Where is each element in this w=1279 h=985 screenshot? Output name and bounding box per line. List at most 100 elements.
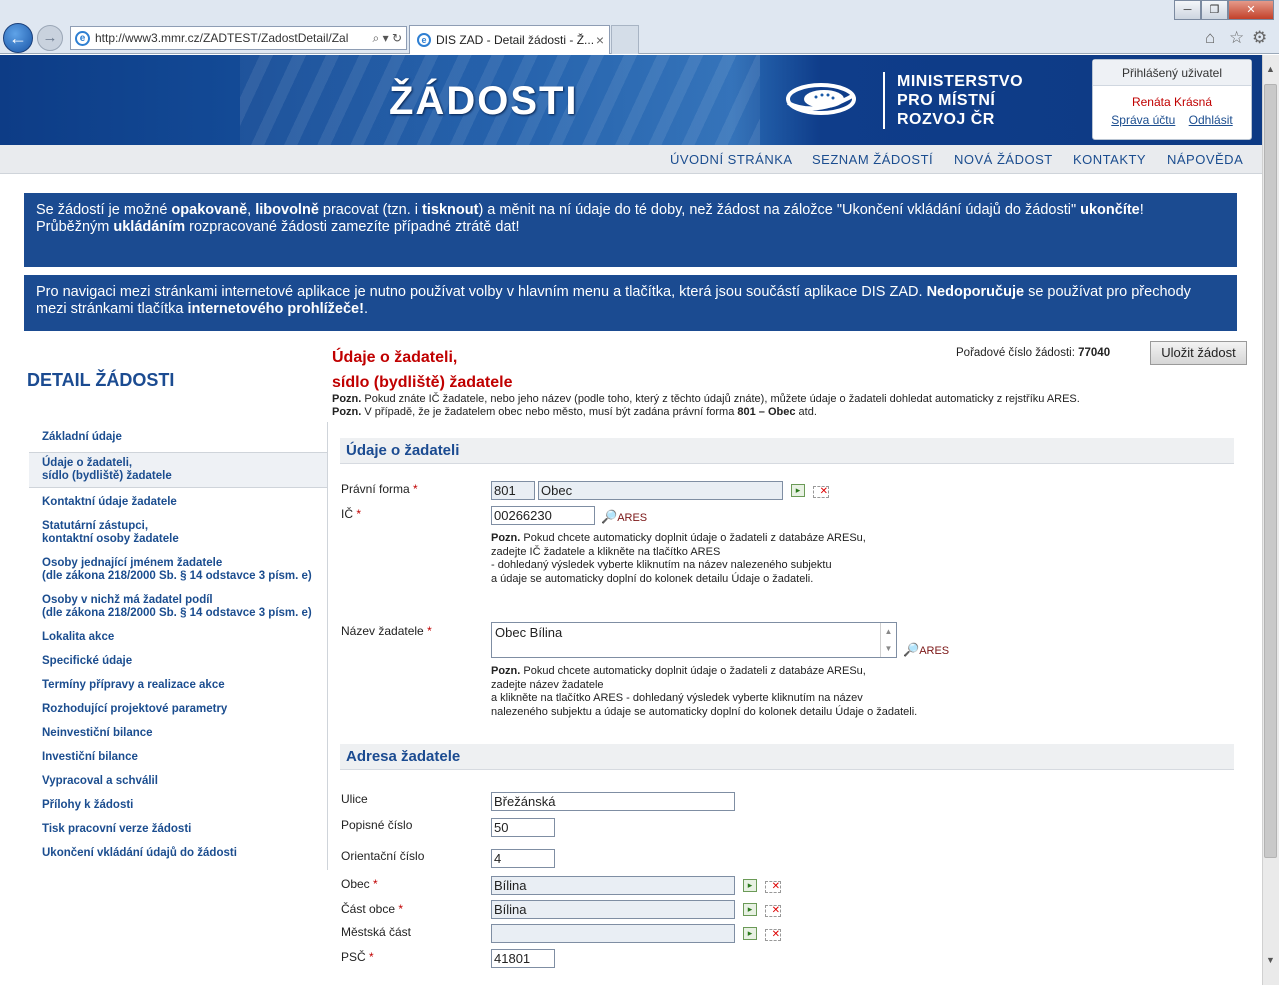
- menu-request-list[interactable]: SEZNAM ŽÁDOSTÍ: [812, 152, 933, 167]
- favorites-icon[interactable]: ☆: [1229, 28, 1244, 48]
- mmr-logo-icon: [786, 83, 856, 115]
- user-name: Renáta Krásná: [1131, 95, 1213, 109]
- minimize-button[interactable]: ─: [1174, 0, 1201, 20]
- scrollbar-thumb[interactable]: [1264, 84, 1277, 858]
- main-menu: ÚVODNÍ STRÁNKA SEZNAM ŽÁDOSTÍ NOVÁ ŽÁDOS…: [0, 145, 1262, 174]
- zip-label: PSČ *: [341, 950, 374, 964]
- applicant-name-value: Obec Bílina: [495, 625, 563, 640]
- ico-input[interactable]: 00266230: [491, 506, 595, 525]
- account-settings-link[interactable]: Správa účtu: [1111, 113, 1175, 127]
- select-icon[interactable]: ▸: [743, 879, 757, 892]
- house-number-input[interactable]: 50: [491, 818, 555, 837]
- ares-button[interactable]: 🔎ARES: [601, 509, 647, 525]
- ares-button[interactable]: 🔎ARES: [903, 642, 949, 658]
- street-label: Ulice: [341, 792, 368, 806]
- user-panel: Přihlášený uživatel Renáta Krásná Správa…: [1092, 59, 1252, 140]
- nav-noninvest[interactable]: Neinvestiční bilance: [29, 727, 327, 740]
- clear-icon[interactable]: ✕: [813, 486, 829, 498]
- street-input[interactable]: Břežánská: [491, 792, 735, 811]
- back-button[interactable]: ←: [3, 23, 33, 53]
- legal-form-code: 801: [491, 481, 535, 500]
- order-number: Pořadové číslo žádosti: 77040: [956, 347, 1110, 359]
- nav-persons-share[interactable]: Osoby v nichž má žadatel podíl (dle záko…: [29, 594, 327, 620]
- search-icon: 🔎: [601, 509, 618, 524]
- nav-finish[interactable]: Ukončení vkládání údajů do žádosti: [29, 847, 327, 860]
- menu-contacts[interactable]: KONTAKTY: [1073, 152, 1146, 167]
- nav-attachments[interactable]: Přílohy k žádosti: [29, 799, 327, 812]
- applicant-name-textarea[interactable]: Obec Bílina ▲ ▼: [491, 622, 897, 658]
- menu-home[interactable]: ÚVODNÍ STRÁNKA: [670, 152, 793, 167]
- nav-persons-acting[interactable]: Osoby jednající jménem žadatele (dle zák…: [29, 557, 327, 583]
- nav-applicant-info[interactable]: Údaje o žadateli, sídlo (bydliště) žadat…: [29, 452, 327, 488]
- save-button[interactable]: Uložit žádost: [1150, 341, 1247, 365]
- site-title: ŽÁDOSTI: [389, 79, 579, 123]
- nav-specific[interactable]: Specifické údaje: [29, 655, 327, 668]
- nav-location[interactable]: Lokalita akce: [29, 631, 327, 644]
- municipality-label: Obec *: [341, 877, 378, 891]
- clear-icon[interactable]: ✕: [765, 929, 781, 941]
- page-notes: Pozn. Pokud znáte IČ žadatele, nebo jeho…: [332, 393, 1080, 418]
- nav-invest[interactable]: Investiční bilance: [29, 751, 327, 764]
- nav-parameters[interactable]: Rozhodující projektové parametry: [29, 703, 327, 716]
- order-number-value: 77040: [1078, 347, 1111, 359]
- tab-active[interactable]: e DIS ZAD - Detail žádosti - Ž... ×: [409, 25, 610, 54]
- scroll-down-icon[interactable]: ▼: [1262, 955, 1279, 973]
- tab-title: DIS ZAD - Detail žádosti - Ž...: [436, 33, 595, 47]
- city-district-label: Městská část: [341, 925, 412, 939]
- orient-number-input[interactable]: 4: [491, 849, 555, 868]
- search-icon: 🔎: [903, 642, 920, 657]
- ie-icon: e: [75, 31, 90, 46]
- detail-nav: Základní údaje Údaje o žadateli, sídlo (…: [29, 422, 328, 870]
- select-icon[interactable]: ▸: [743, 903, 757, 916]
- ministry-line: MINISTERSTVO: [897, 73, 1024, 90]
- nav-contact-info[interactable]: Kontaktní údaje žadatele: [29, 496, 327, 509]
- tab-close-icon[interactable]: ×: [596, 26, 604, 54]
- section-applicant: Údaje o žadateli: [340, 438, 1234, 464]
- ministry-line: PRO MÍSTNÍ: [897, 92, 996, 109]
- address-tools-icon[interactable]: ⌕ ▾ ↻: [373, 27, 402, 49]
- ministry-name: MINISTERSTVO PRO MÍSTNÍ ROZVOJ ČR: [883, 72, 1023, 129]
- ie-icon: e: [417, 33, 431, 47]
- maximize-button[interactable]: ❐: [1201, 0, 1228, 20]
- order-number-label: Pořadové číslo žádosti:: [956, 347, 1075, 359]
- select-icon[interactable]: ▸: [791, 484, 805, 497]
- nav-schedule[interactable]: Termíny přípravy a realizace akce: [29, 679, 327, 692]
- logout-link[interactable]: Odhlásit: [1189, 113, 1233, 127]
- select-icon[interactable]: ▸: [743, 927, 757, 940]
- detail-title: DETAIL ŽÁDOSTI: [27, 370, 175, 390]
- nav-prepared-by[interactable]: Vypracoval a schválil: [29, 775, 327, 788]
- address-bar[interactable]: e http://www3.mmr.cz/ZADTEST/ZadostDetai…: [70, 26, 407, 50]
- municipality-part-label: Část obce *: [341, 902, 404, 916]
- clear-icon[interactable]: ✕: [765, 881, 781, 893]
- city-district-input: [491, 924, 735, 943]
- orient-number-label: Orientační číslo: [341, 849, 425, 863]
- municipality-input: Bílina: [491, 876, 735, 895]
- user-panel-heading: Přihlášený uživatel: [1093, 60, 1251, 86]
- house-number-label: Popisné číslo: [341, 818, 413, 832]
- legal-form-label: Právní forma *: [341, 482, 418, 496]
- menu-new-request[interactable]: NOVÁ ŽÁDOST: [954, 152, 1053, 167]
- nav-basic-info[interactable]: Základní údaje: [29, 431, 327, 444]
- close-window-button[interactable]: ✕: [1228, 0, 1274, 20]
- section-address: Adresa žadatele: [340, 744, 1234, 770]
- scroll-up-icon[interactable]: ▲: [1262, 64, 1279, 82]
- nav-print[interactable]: Tisk pracovní verze žádosti: [29, 823, 327, 836]
- textarea-scrollbar[interactable]: ▲ ▼: [880, 623, 896, 657]
- gear-icon[interactable]: ⚙: [1252, 28, 1267, 48]
- page-title: Údaje o žadateli, sídlo (bydliště) žadat…: [332, 345, 512, 395]
- browser-chrome: ─ ❐ ✕ ← → e http://www3.mmr.cz/ZADTEST/Z…: [0, 0, 1279, 54]
- municipality-part-input: Bílina: [491, 900, 735, 919]
- home-icon[interactable]: ⌂: [1205, 28, 1215, 48]
- ministry-line: ROZVOJ ČR: [897, 111, 995, 128]
- notice-save-info: Se žádostí je možné opakovaně, libovolně…: [24, 193, 1237, 267]
- legal-form-name: Obec: [538, 481, 783, 500]
- new-tab-button[interactable]: [611, 25, 639, 54]
- name-hint: Pozn. Pokud chcete automaticky doplnit ú…: [491, 665, 918, 718]
- zip-input[interactable]: 41801: [491, 949, 555, 968]
- clear-icon[interactable]: ✕: [765, 905, 781, 917]
- menu-help[interactable]: NÁPOVĚDA: [1167, 152, 1243, 167]
- ico-label: IČ *: [341, 507, 362, 521]
- nav-statutory[interactable]: Statutární zástupci, kontaktní osoby žad…: [29, 520, 327, 546]
- forward-button[interactable]: →: [37, 25, 63, 51]
- applicant-name-label: Název žadatele *: [341, 624, 432, 638]
